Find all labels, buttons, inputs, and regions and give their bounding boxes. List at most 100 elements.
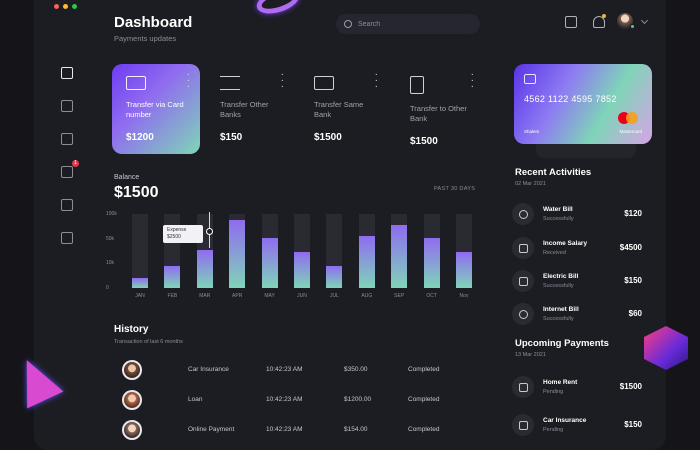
wallet-icon (512, 237, 534, 259)
history-status: Completed (408, 396, 440, 403)
transfer-card-same-bank[interactable]: Transfer Same Bank $1500 · · · (300, 64, 388, 154)
history-amount: $350.00 (344, 366, 368, 373)
x-tick-label: APR (232, 293, 243, 299)
bar-may[interactable] (261, 237, 278, 288)
x-tick-label: JUL (329, 293, 339, 299)
y-tick-label: 50k (106, 235, 115, 242)
home-icon[interactable] (58, 64, 76, 82)
recent-activities-title: Recent Activities (515, 167, 592, 178)
chart-tooltip: Expense $2500 (163, 225, 203, 243)
credit-card[interactable]: 4562 1122 4595 7852 Shalem Mastercard (514, 64, 652, 144)
water-icon (512, 203, 534, 225)
activity-status: Received (543, 250, 566, 256)
more-options-icon[interactable]: · · · (375, 70, 378, 92)
x-tick-label: MAR (199, 293, 211, 299)
bank-icon (314, 76, 334, 90)
transfer-label: Transfer Other Banks (220, 100, 269, 119)
history-subtitle: Transaction of last 6 months (114, 339, 183, 345)
recent-activities-date: 02 Mar 2021 (515, 181, 546, 187)
clipboard-icon[interactable] (58, 130, 76, 148)
transfer-card-to-other-bank[interactable]: Transfer to Other Bank $1500 · · · (396, 64, 484, 154)
document-icon[interactable] (58, 229, 76, 247)
page-title: Dashboard (114, 14, 193, 31)
balance-bar-chart: 100k 50k 10k 0 JAN FEB MAR APR MAY JUN JUL AUG SEP OC… (106, 208, 482, 304)
list-item[interactable]: Electric Bill Successfully $150 (512, 270, 642, 294)
history-name: Car Insurance (188, 366, 229, 373)
trophy-icon[interactable] (58, 196, 76, 214)
bar-aug[interactable] (358, 236, 375, 288)
more-options-icon[interactable]: · · · (187, 70, 190, 92)
history-amount: $1200.00 (344, 396, 372, 403)
activity-amount: $4500 (619, 243, 642, 252)
bar-jul[interactable] (326, 265, 343, 288)
transfer-amount: $1500 (410, 136, 438, 147)
table-row[interactable]: Car Insurance 10:42:23 AM $350.00 Comple… (114, 358, 474, 382)
activity-amount: $60 (628, 309, 642, 318)
payment-amount: $1500 (619, 382, 642, 391)
calendar-icon[interactable] (565, 16, 577, 28)
payment-name: Car Insurance (543, 417, 587, 424)
maximize-window-dot[interactable] (72, 4, 77, 9)
x-tick-label: JAN (135, 293, 145, 299)
bar-feb[interactable] (164, 265, 181, 288)
transfer-label: Transfer Same Bank (314, 100, 364, 119)
list-item[interactable]: Income Salary Received $4500 (512, 237, 642, 261)
avatar (122, 360, 142, 380)
transfer-card-other-banks[interactable]: Transfer Other Banks $150 · · · (206, 64, 294, 154)
tooltip-value: $2500 (167, 233, 181, 240)
x-tick-label: AUG (361, 293, 373, 299)
bar-sep[interactable] (391, 225, 408, 288)
payment-amount: $150 (624, 420, 642, 429)
x-tick-label: MAY (264, 293, 275, 299)
wifi-icon (512, 303, 534, 325)
transfer-amount: $150 (220, 132, 243, 143)
list-item[interactable]: Car Insurance Pending $150 (512, 414, 642, 438)
bar-jun[interactable] (294, 252, 310, 288)
table-row[interactable]: Online Payment 10:42:23 AM $154.00 Compl… (114, 418, 474, 442)
x-tick-label: SEP (394, 293, 405, 299)
list-item[interactable]: Internet Bill Successfully $60 (512, 303, 642, 327)
bar-mar[interactable] (196, 249, 213, 288)
more-options-icon[interactable]: · · · (471, 70, 474, 92)
search-input[interactable] (358, 20, 468, 28)
page-subtitle: Payments updates (114, 34, 177, 43)
monitor-icon[interactable] (58, 97, 76, 115)
activity-amount: $150 (624, 276, 642, 285)
search-bar[interactable] (336, 14, 480, 34)
activity-status: Successfully (543, 283, 574, 289)
history-time: 10:42:23 AM (266, 396, 303, 403)
notification-badge: 1 (72, 160, 79, 167)
y-tick-label: 0 (106, 285, 109, 291)
image-icon[interactable]: 1 (58, 160, 79, 181)
transfer-label: Transfer to Other Bank (410, 104, 467, 123)
transfer-card-card-number[interactable]: Transfer via Card number $1200 · · · (112, 64, 200, 154)
minimize-window-dot[interactable] (63, 4, 68, 9)
history-name: Online Payment (188, 426, 235, 433)
list-item[interactable]: Home Rent Pending $1500 (512, 376, 642, 400)
activity-status: Successfully (543, 216, 574, 222)
payment-status: Pending (543, 389, 564, 395)
more-options-icon[interactable]: · · · (281, 70, 284, 92)
card-number: 4562 1122 4595 7852 (524, 94, 617, 104)
notification-dot (602, 14, 606, 18)
x-tick-label: FEB (167, 293, 178, 299)
history-title: History (114, 324, 149, 335)
transfer-amount: $1500 (314, 132, 342, 143)
list-item[interactable]: Water Bill Successfully $120 (512, 203, 642, 227)
transfer-label: Transfer via Card number (126, 100, 184, 119)
window-controls (54, 4, 77, 9)
balance-label: Balance (114, 174, 140, 181)
bar-apr[interactable] (229, 219, 246, 288)
transfer-amount: $1200 (126, 132, 154, 143)
bar-jan[interactable] (132, 277, 148, 288)
table-row[interactable]: Loan 10:42:23 AM $1200.00 Completed (114, 388, 474, 412)
arrows-icon (220, 76, 240, 90)
card-chip-icon (524, 74, 536, 84)
bar-nov[interactable] (456, 252, 472, 288)
close-window-dot[interactable] (54, 4, 59, 9)
history-status: Completed (408, 426, 440, 433)
activity-name: Internet Bill (543, 306, 579, 313)
bar-oct[interactable] (423, 237, 440, 288)
sidebar: 1 (58, 64, 79, 262)
period-label[interactable]: PAST 30 DAYS (434, 186, 475, 192)
